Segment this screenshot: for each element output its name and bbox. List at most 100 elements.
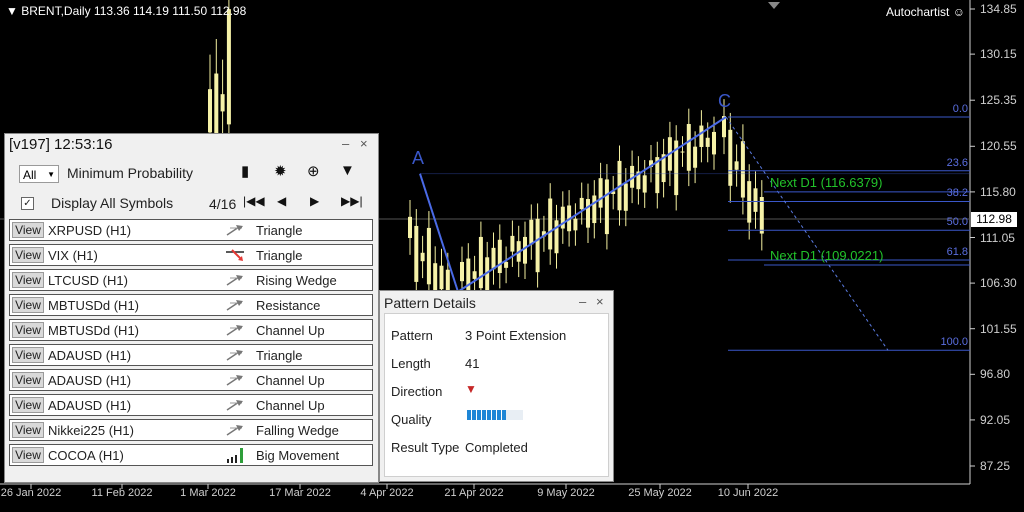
price-tick-label: 115.80 [980, 184, 1016, 199]
row-pattern: Big Movement [256, 448, 340, 463]
panel-title: [v197] 12:53:16 [9, 136, 113, 153]
bullish-arrow-icon [226, 425, 243, 436]
row-symbol: LTCUSD (H1) [48, 273, 128, 288]
candle-body [734, 161, 739, 170]
globe-icon[interactable]: ⊕ [307, 162, 320, 180]
candle-body [699, 125, 704, 147]
date-tick-label: 9 May 2022 [537, 487, 595, 499]
candle-body [680, 151, 685, 153]
view-button[interactable]: View [12, 372, 44, 388]
candle-body [226, 9, 231, 125]
first-page-button[interactable]: |◀◀ [243, 194, 265, 208]
row-pattern: Resistance [256, 298, 321, 313]
price-tick-label: 125.35 [980, 93, 1017, 108]
details-minimize-button[interactable]: – [579, 294, 586, 309]
chevron-down-icon: ▼ [47, 170, 55, 179]
bullish-arrow-icon [226, 350, 243, 361]
fib-level-label: 0.0 [952, 103, 968, 115]
row-symbol: ADAUSD (H1) [48, 398, 132, 413]
date-tick-label: 11 Feb 2022 [91, 487, 153, 499]
list-item[interactable]: View MBTUSDd (H1) Resistance [9, 294, 373, 316]
candle-body [579, 197, 584, 210]
view-button[interactable]: View [12, 447, 44, 463]
list-item[interactable]: View LTCUSD (H1) Rising Wedge [9, 269, 373, 291]
view-button[interactable]: View [12, 247, 44, 263]
price-tick-label: 96.80 [980, 367, 1011, 382]
fib-level-label: 38.2 [946, 187, 968, 200]
candle-body [529, 219, 534, 245]
candle-body [705, 137, 710, 147]
filter-icon[interactable]: ▼ [340, 162, 355, 179]
list-item[interactable]: View MBTUSDd (H1) Channel Up [9, 319, 373, 341]
result-type-value: Completed [465, 440, 528, 455]
bullish-arrow-icon [226, 275, 243, 286]
bullish-arrow-icon [226, 400, 243, 411]
pattern-point-label: C [718, 91, 731, 111]
list-item[interactable]: View COCOA (H1) Big Movement [9, 444, 373, 466]
prev-page-button[interactable]: ◀ [277, 194, 286, 208]
candle-body [208, 89, 212, 133]
display-all-checkbox[interactable]: ✓ [21, 197, 34, 210]
bullish-arrow-icon [226, 300, 243, 311]
gear-icon[interactable]: ✹ [274, 162, 287, 180]
candle-body [642, 175, 647, 193]
pattern-leg-bc [457, 116, 727, 293]
candle-body [623, 183, 628, 211]
last-page-button[interactable]: ▶▶| [341, 194, 363, 208]
candle-body [414, 225, 419, 282]
candle-body [740, 141, 745, 198]
row-pattern: Channel Up [256, 398, 325, 413]
candle-body [604, 179, 609, 235]
view-button[interactable]: View [12, 397, 44, 413]
list-item[interactable]: View ADAUSD (H1) Channel Up [9, 369, 373, 391]
symbol-header: ▼ BRENT,Daily 113.36 114.19 111.50 112.9… [6, 4, 246, 18]
probability-select[interactable]: All ▼ [19, 165, 59, 183]
pattern-list-panel: [v197] 12:53:16 – × All ▼ Minimum Probab… [4, 133, 379, 483]
big-movement-icon [227, 448, 243, 463]
view-button[interactable]: View [12, 272, 44, 288]
price-tick-label: 92.05 [980, 412, 1011, 427]
view-button[interactable]: View [12, 422, 44, 438]
candle-body [759, 197, 764, 234]
result-type-key: Result Type [391, 440, 460, 455]
fib-level-label: 50.0 [946, 216, 968, 229]
mobile-icon[interactable]: ▮ [241, 162, 249, 180]
row-symbol: ADAUSD (H1) [48, 348, 132, 363]
length-value: 41 [465, 356, 480, 371]
probability-label: Minimum Probability [67, 165, 194, 181]
list-item[interactable]: View XRPUSD (H1) Triangle [9, 219, 373, 241]
candle-body [491, 247, 496, 270]
autochartist-label[interactable]: Autochartist ☺ [886, 5, 965, 19]
candle-body [586, 199, 590, 228]
view-button[interactable]: View [12, 222, 44, 238]
pattern-point-label: A [412, 147, 425, 168]
view-button[interactable]: View [12, 347, 44, 363]
list-item[interactable]: View Nikkei225 (H1) Falling Wedge [9, 419, 373, 441]
fib-level-label: 23.6 [946, 156, 968, 169]
display-all-label: Display All Symbols [51, 195, 174, 211]
smile-icon[interactable]: ☺ [953, 5, 965, 19]
pattern-value: 3 Point Extension [465, 328, 567, 343]
minimize-button[interactable]: – [342, 136, 349, 151]
close-button[interactable]: × [360, 136, 368, 151]
pattern-details-panel: Pattern Details – × Pattern 3 Point Exte… [379, 290, 614, 482]
list-item[interactable]: View ADAUSD (H1) Channel Up [9, 394, 373, 416]
row-pattern: Channel Up [256, 373, 325, 388]
view-button[interactable]: View [12, 297, 44, 313]
probability-value: All [23, 168, 37, 182]
next-page-button[interactable]: ▶ [310, 194, 319, 208]
list-item[interactable]: View ADAUSD (H1) Triangle [9, 344, 373, 366]
details-close-button[interactable]: × [596, 294, 604, 309]
view-button[interactable]: View [12, 322, 44, 338]
row-symbol: XRPUSD (H1) [48, 223, 132, 238]
row-symbol: MBTUSDd (H1) [48, 298, 140, 313]
row-pattern: Falling Wedge [256, 423, 339, 438]
dropdown-arrow-icon[interactable]: ▼ [6, 4, 18, 18]
next-target-label: Next D1 (109.0221) [770, 247, 884, 263]
candle-body [592, 195, 597, 224]
candle-body [220, 94, 225, 112]
bullish-arrow-icon [226, 375, 243, 386]
price-tick-label: 130.15 [980, 47, 1017, 62]
date-tick-label: 10 Jun 2022 [717, 487, 779, 499]
list-item[interactable]: View VIX (H1) Triangle [9, 244, 373, 266]
